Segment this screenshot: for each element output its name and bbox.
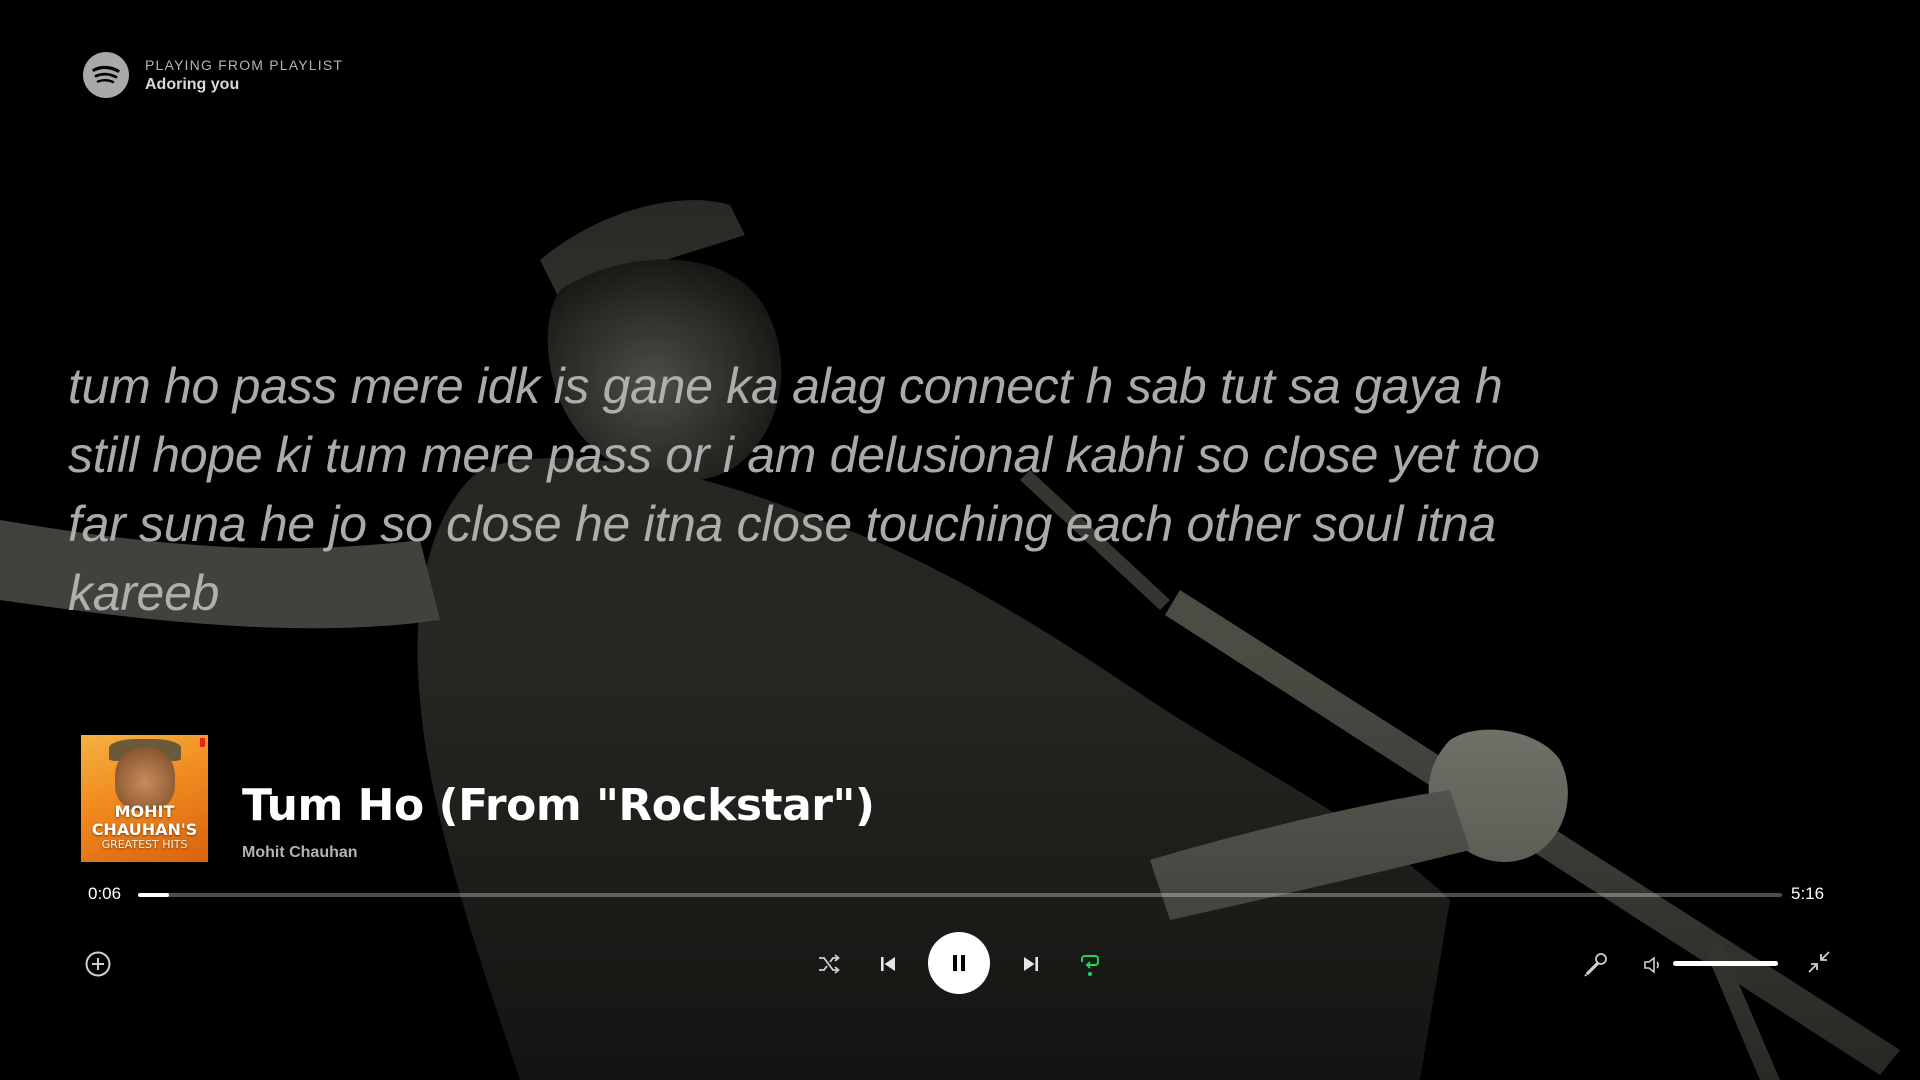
pause-button[interactable]: [928, 932, 990, 994]
lyrics-text: tum ho pass mere idk is gane ka alag con…: [68, 358, 1540, 621]
shuffle-button[interactable]: [814, 949, 844, 979]
track-title[interactable]: Tum Ho (From "Rockstar"): [242, 780, 875, 831]
album-art-line2: CHAUHAN'S: [91, 820, 198, 839]
album-art[interactable]: MOHIT CHAUHAN'S GREATEST HITS: [81, 735, 208, 862]
album-art-line1: MOHIT: [114, 802, 175, 821]
fullscreen-player: PLAYING FROM PLAYLIST Adoring you tum ho…: [0, 0, 1920, 1080]
progress-fill: [138, 893, 170, 897]
track-artist[interactable]: Mohit Chauhan: [242, 844, 358, 862]
pause-icon: [953, 955, 965, 971]
skip-next-icon: [1024, 957, 1038, 971]
exit-fullscreen-icon: [1808, 951, 1830, 973]
repeat-active-indicator: [1088, 972, 1092, 976]
volume-fill: [1673, 961, 1778, 966]
volume-icon: [1644, 956, 1659, 974]
repeat-button[interactable]: [1075, 947, 1105, 981]
progress-bar[interactable]: [138, 893, 1782, 897]
playing-from-header: PLAYING FROM PLAYLIST Adoring you: [83, 52, 343, 98]
header-text: PLAYING FROM PLAYLIST Adoring you: [145, 57, 343, 94]
next-button[interactable]: [1016, 949, 1046, 979]
add-circle-icon: [85, 951, 111, 977]
repeat-icon: [1081, 955, 1099, 969]
previous-button[interactable]: [873, 949, 903, 979]
context-label: PLAYING FROM PLAYLIST: [145, 56, 344, 73]
volume-button[interactable]: [1640, 951, 1668, 979]
spotify-logo-icon[interactable]: [83, 52, 129, 98]
volume-slider[interactable]: [1673, 961, 1778, 966]
album-art-line3: GREATEST HITS: [101, 838, 188, 851]
total-time: 5:16: [1791, 884, 1825, 903]
skip-previous-icon: [881, 957, 895, 971]
album-art-badge: [200, 738, 205, 747]
shuffle-icon: [819, 954, 840, 974]
lyrics-button[interactable]: [1580, 949, 1612, 981]
playlist-name-link[interactable]: Adoring you: [145, 76, 343, 94]
elapsed-time: 0:06: [88, 884, 122, 903]
exit-fullscreen-button[interactable]: [1803, 946, 1835, 978]
add-to-playlist-button[interactable]: [82, 948, 114, 980]
microphone-icon: [1584, 953, 1607, 977]
